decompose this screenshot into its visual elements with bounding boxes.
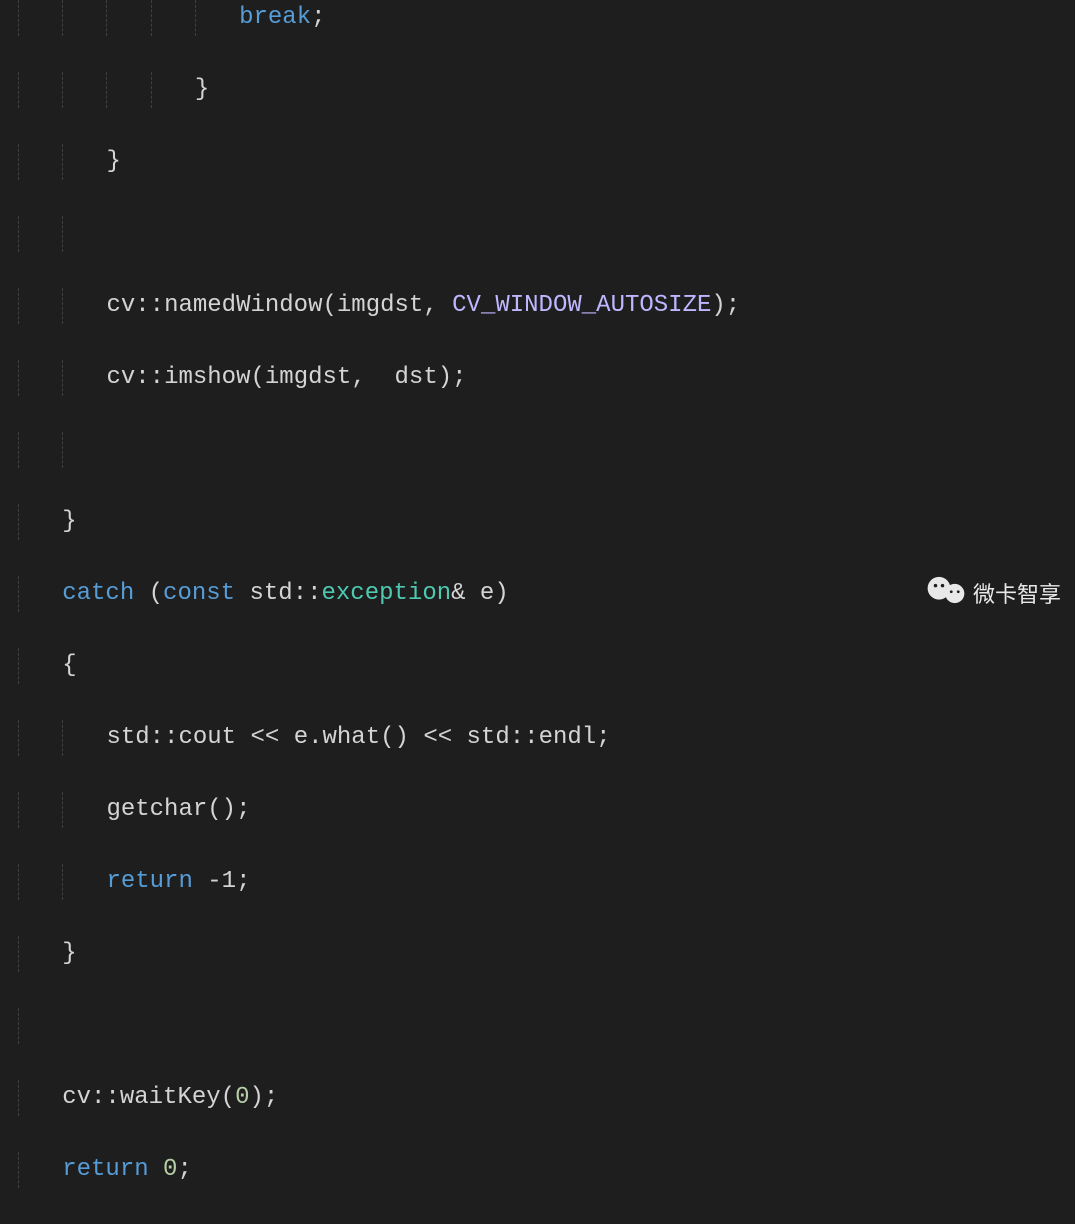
wechat-icon	[925, 576, 967, 610]
keyword-break: break	[239, 4, 311, 31]
code-line: return 0;	[18, 1152, 1075, 1188]
code-line: return -1;	[18, 864, 1075, 900]
code-line: }	[18, 504, 1075, 540]
fn-imshow: imshow	[164, 364, 250, 391]
type-exception: exception	[322, 580, 452, 607]
fn-waitKey: waitKey	[120, 1084, 221, 1111]
code-line: {	[18, 648, 1075, 684]
keyword-return: return	[106, 868, 192, 895]
keyword-return: return	[62, 1156, 148, 1183]
watermark: 微卡智享	[925, 576, 1061, 610]
fn-getchar: getchar	[106, 796, 207, 823]
macro-autosize: CV_WINDOW_AUTOSIZE	[452, 292, 711, 319]
code-line: }	[18, 936, 1075, 972]
code-line: getchar();	[18, 792, 1075, 828]
code-editor[interactable]: break; } } cv::namedWindow(imgdst, CV_WI…	[0, 0, 1075, 1224]
code-line: }	[18, 144, 1075, 180]
code-line: break;	[18, 0, 1075, 36]
code-line: cv::namedWindow(imgdst, CV_WINDOW_AUTOSI…	[18, 288, 1075, 324]
code-line: }	[18, 72, 1075, 108]
watermark-text: 微卡智享	[973, 577, 1061, 609]
fn-namedWindow: namedWindow	[164, 292, 322, 319]
code-line	[18, 216, 1075, 252]
code-line: std::cout << e.what() << std::endl;	[18, 720, 1075, 756]
keyword-catch: catch	[62, 580, 134, 607]
code-line: catch (const std::exception& e)	[18, 576, 1075, 612]
code-line	[18, 1008, 1075, 1044]
code-line: cv::imshow(imgdst, dst);	[18, 360, 1075, 396]
code-line: cv::waitKey(0);	[18, 1080, 1075, 1116]
code-line	[18, 432, 1075, 468]
keyword-const: const	[163, 580, 235, 607]
